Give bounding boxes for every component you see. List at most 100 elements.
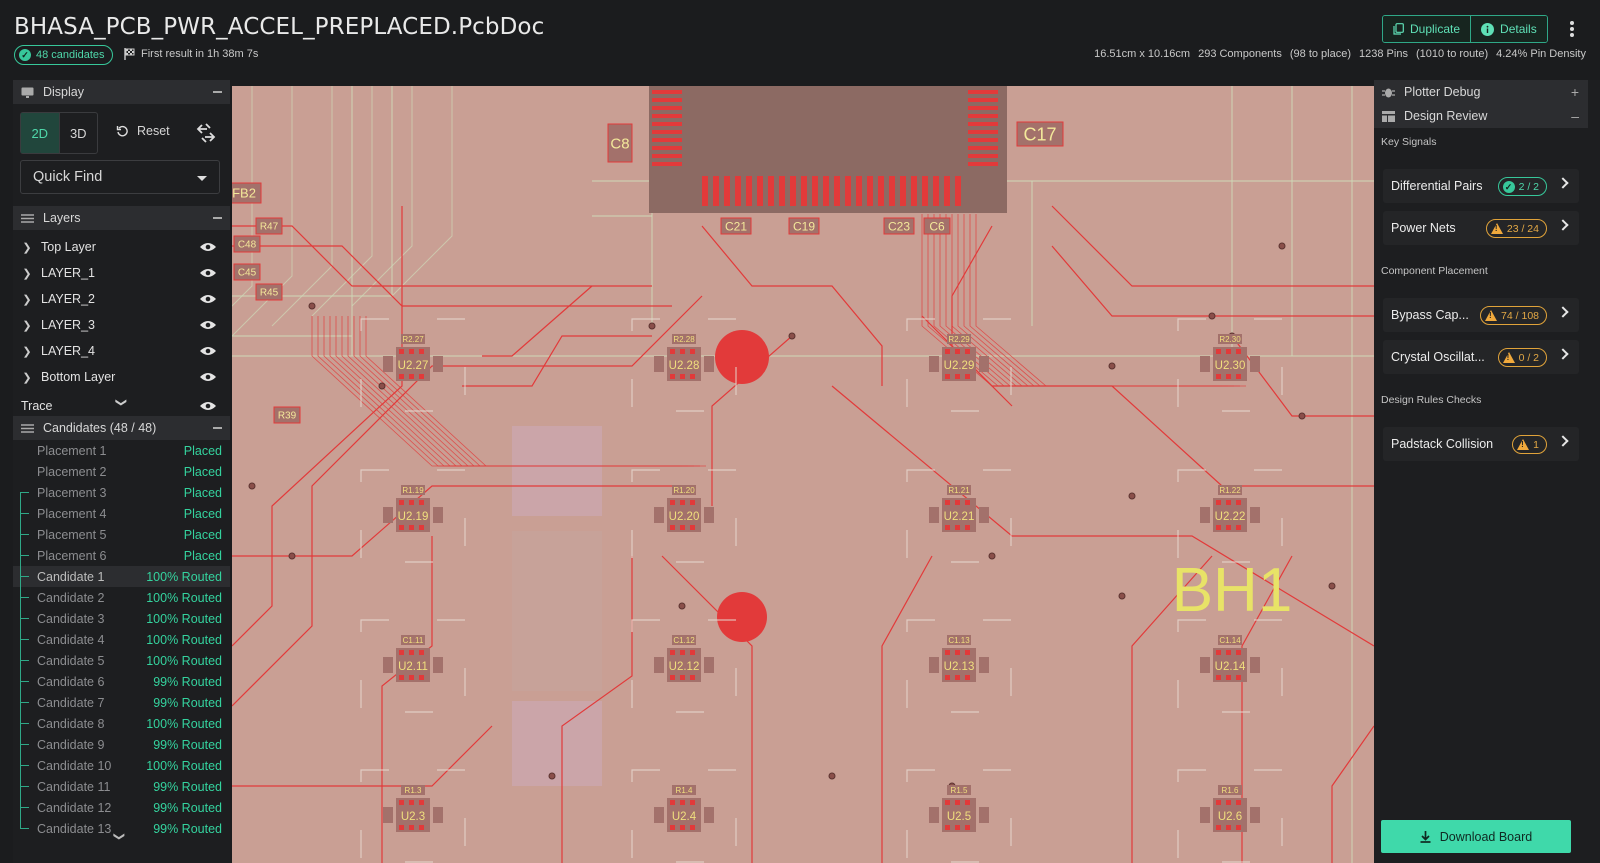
- eye-icon[interactable]: [200, 268, 216, 278]
- ic-designator[interactable]: U2.6: [1218, 811, 1242, 823]
- layer-row-4[interactable]: ❯ LAYER_4: [13, 338, 230, 364]
- component-designator[interactable]: C48: [238, 240, 257, 251]
- candidate-row[interactable]: Candidate 2 100% Routed: [13, 587, 230, 608]
- component-designator[interactable]: C45: [238, 268, 257, 279]
- ic-designator[interactable]: U2.14: [1215, 661, 1246, 673]
- reset-button[interactable]: Reset: [116, 124, 170, 138]
- candidate-row[interactable]: Placement 2 Placed: [13, 461, 230, 482]
- chevron-right-icon[interactable]: [1557, 306, 1569, 318]
- pcb-canvas[interactable]: U2.27 R2.27 U2.28 R2.28 U2.29 R2.29 U2.30 R2.30…: [232, 86, 1374, 863]
- passive-designator[interactable]: R2.30: [1219, 335, 1241, 344]
- duplicate-button[interactable]: Duplicate: [1383, 16, 1471, 42]
- chevron-right-icon[interactable]: ❯: [13, 267, 41, 280]
- candidate-row[interactable]: Candidate 11 99% Routed: [13, 776, 230, 797]
- ic-designator[interactable]: U2.11: [398, 661, 428, 673]
- candidates-section-header[interactable]: Candidates (48 / 48): [13, 416, 230, 440]
- chevron-down-icon[interactable]: ❯: [115, 398, 128, 407]
- ic-designator[interactable]: U2.21: [944, 511, 975, 523]
- candidate-row[interactable]: Candidate 7 99% Routed: [13, 692, 230, 713]
- eye-icon[interactable]: [200, 372, 216, 382]
- ic-designator[interactable]: U2.12: [669, 661, 700, 673]
- candidate-row[interactable]: Candidate 5 100% Routed: [13, 650, 230, 671]
- component-designator[interactable]: C8: [610, 135, 629, 152]
- chevron-right-icon[interactable]: [1557, 435, 1569, 447]
- ic-designator[interactable]: U2.19: [398, 511, 429, 523]
- candidate-row[interactable]: Placement 6 Placed: [13, 545, 230, 566]
- expand-icon[interactable]: +: [1571, 85, 1579, 99]
- chevron-right-icon[interactable]: ❯: [13, 345, 41, 358]
- passive-designator[interactable]: R1.6: [1222, 786, 1239, 795]
- passive-designator[interactable]: R1.19: [402, 486, 424, 495]
- passive-designator[interactable]: R1.20: [673, 486, 695, 495]
- more-options-icon[interactable]: [1566, 18, 1578, 40]
- passive-designator[interactable]: C1.12: [673, 636, 695, 645]
- collapse-icon[interactable]: [213, 91, 222, 93]
- component-designator[interactable]: C19: [793, 219, 815, 233]
- mode-3d-button[interactable]: 3D: [60, 113, 98, 153]
- layer-row-bottom[interactable]: ❯ Bottom Layer: [13, 364, 230, 390]
- ic-designator[interactable]: U2.22: [1215, 511, 1246, 523]
- ic-designator[interactable]: U2.3: [401, 811, 425, 823]
- passive-designator[interactable]: R2.28: [673, 335, 695, 344]
- candidate-row[interactable]: Placement 1 Placed: [13, 440, 230, 461]
- eye-icon[interactable]: [200, 242, 216, 252]
- chevron-right-icon[interactable]: ❯: [13, 293, 41, 306]
- component-designator[interactable]: FB2: [232, 186, 256, 201]
- passive-designator[interactable]: C1.13: [948, 636, 970, 645]
- ic-designator[interactable]: U2.28: [669, 360, 700, 372]
- ic-designator[interactable]: U2.5: [947, 811, 971, 823]
- passive-designator[interactable]: R1.4: [676, 786, 693, 795]
- passive-designator[interactable]: R1.5: [951, 786, 968, 795]
- layer-row-2[interactable]: ❯ LAYER_2: [13, 286, 230, 312]
- design-review-header[interactable]: Design Review –: [1374, 104, 1588, 128]
- power-nets-card[interactable]: Power Nets 23 / 24: [1383, 211, 1579, 245]
- display-section-header[interactable]: Display: [13, 80, 230, 104]
- layer-row-3[interactable]: ❯ LAYER_3: [13, 312, 230, 338]
- layer-row-top[interactable]: ❯ Top Layer: [13, 234, 230, 260]
- bypass-caps-card[interactable]: Bypass Cap... 74 / 108: [1383, 298, 1579, 332]
- pcb-board[interactable]: U2.27 R2.27 U2.28 R2.28 U2.29 R2.29 U2.30 R2.30…: [232, 86, 1374, 863]
- component-designator[interactable]: C21: [725, 219, 747, 233]
- ic-designator[interactable]: U2.20: [669, 511, 700, 523]
- component-designator[interactable]: R45: [260, 288, 279, 299]
- candidate-row[interactable]: Candidate 3 100% Routed: [13, 608, 230, 629]
- candidates-badge[interactable]: ✓ 48 candidates: [14, 45, 113, 65]
- candidate-row[interactable]: Placement 3 Placed: [13, 482, 230, 503]
- collapse-icon[interactable]: [213, 427, 222, 429]
- candidate-row[interactable]: Candidate 1 100% Routed: [13, 566, 230, 587]
- passive-designator[interactable]: C1.14: [1219, 636, 1241, 645]
- eye-icon[interactable]: [200, 320, 216, 330]
- quick-find-dropdown[interactable]: Quick Find: [20, 160, 220, 194]
- eye-icon[interactable]: [200, 401, 216, 411]
- download-board-button[interactable]: Download Board: [1381, 820, 1571, 853]
- mounting-pad[interactable]: [717, 592, 767, 642]
- fit-view-icon[interactable]: [195, 122, 217, 144]
- details-button[interactable]: Details: [1470, 16, 1547, 42]
- candidate-row[interactable]: Placement 4 Placed: [13, 503, 230, 524]
- ic-designator[interactable]: U2.27: [398, 360, 429, 372]
- chevron-right-icon[interactable]: [1557, 177, 1569, 189]
- candidate-row[interactable]: Candidate 4 100% Routed: [13, 629, 230, 650]
- component-designator[interactable]: C6: [929, 219, 945, 233]
- passive-designator[interactable]: C1.11: [403, 636, 424, 645]
- crystal-oscillator-card[interactable]: Crystal Oscillat... 0 / 2: [1383, 340, 1579, 374]
- collapse-icon[interactable]: –: [1571, 109, 1579, 123]
- padstack-collision-card[interactable]: Padstack Collision 1: [1383, 427, 1579, 461]
- chevron-right-icon[interactable]: [1557, 219, 1569, 231]
- collapse-icon[interactable]: [213, 217, 222, 219]
- scroll-down-chevron-icon[interactable]: ❯: [113, 832, 126, 841]
- layer-row-1[interactable]: ❯ LAYER_1: [13, 260, 230, 286]
- component-designator[interactable]: C23: [888, 219, 910, 233]
- passive-designator[interactable]: R1.21: [948, 486, 970, 495]
- chevron-right-icon[interactable]: ❯: [13, 319, 41, 332]
- mode-2d-button[interactable]: 2D: [21, 113, 60, 153]
- passive-designator[interactable]: R2.27: [402, 335, 424, 344]
- layers-section-header[interactable]: Layers: [13, 206, 230, 230]
- candidate-row[interactable]: Candidate 12 99% Routed: [13, 797, 230, 818]
- mounting-pad[interactable]: [715, 330, 769, 384]
- ic-designator[interactable]: U2.29: [944, 360, 975, 372]
- component-designator[interactable]: C17: [1023, 124, 1056, 144]
- component-designator[interactable]: R47: [260, 222, 279, 233]
- passive-designator[interactable]: R1.3: [405, 786, 422, 795]
- ic-designator[interactable]: U2.13: [944, 661, 975, 673]
